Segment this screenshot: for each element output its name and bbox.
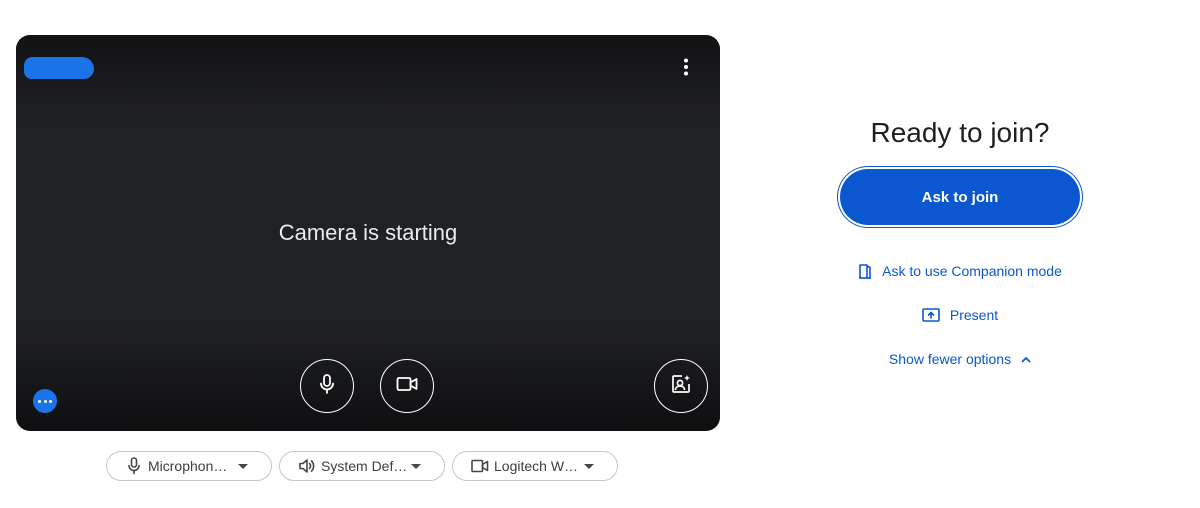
show-fewer-options-label: Show fewer options <box>888 351 1012 367</box>
camera-status-text: Camera is starting <box>278 220 458 245</box>
ellipsis-icon <box>38 399 42 403</box>
camera-select-label: Logitech W… <box>494 458 579 474</box>
chevron-up-icon <box>1021 356 1031 363</box>
visual-effects-icon <box>670 373 692 400</box>
speaker-icon <box>298 457 316 475</box>
videocam-icon <box>396 376 418 397</box>
mic-icon <box>317 373 337 400</box>
companion-mode-label: Ask to use Companion mode <box>882 263 1062 279</box>
arrow-drop-down-icon <box>584 464 594 469</box>
companion-mode-icon <box>858 263 872 279</box>
speaker-select[interactable]: System Def… <box>279 451 445 481</box>
microphone-toggle-button[interactable] <box>300 359 354 413</box>
mic-icon <box>125 457 143 475</box>
companion-mode-link[interactable]: Ask to use Companion mode <box>800 259 1120 283</box>
more-vert-icon <box>683 58 689 81</box>
more-options-button[interactable] <box>672 55 700 83</box>
videocam-icon <box>471 457 489 475</box>
visual-effects-button[interactable] <box>654 359 708 413</box>
camera-toggle-button[interactable] <box>380 359 434 413</box>
ready-to-join-title: Ready to join? <box>870 117 1050 148</box>
present-label: Present <box>949 307 999 323</box>
arrow-drop-down-icon <box>411 464 421 469</box>
speaker-select-label: System Def… <box>321 458 408 474</box>
microphone-select-label: Microphon… <box>148 458 228 474</box>
video-preview: Camera is starting <box>16 35 720 431</box>
microphone-select[interactable]: Microphon… <box>106 451 272 481</box>
present-to-all-icon <box>922 308 940 322</box>
ask-to-join-button[interactable]: Ask to join <box>840 169 1080 225</box>
participant-name-redacted <box>24 57 94 79</box>
show-fewer-options-link[interactable]: Show fewer options <box>800 347 1120 371</box>
more-actions-badge[interactable] <box>33 389 57 413</box>
camera-select[interactable]: Logitech W… <box>452 451 618 481</box>
present-link[interactable]: Present <box>800 303 1120 327</box>
arrow-drop-down-icon <box>238 464 248 469</box>
